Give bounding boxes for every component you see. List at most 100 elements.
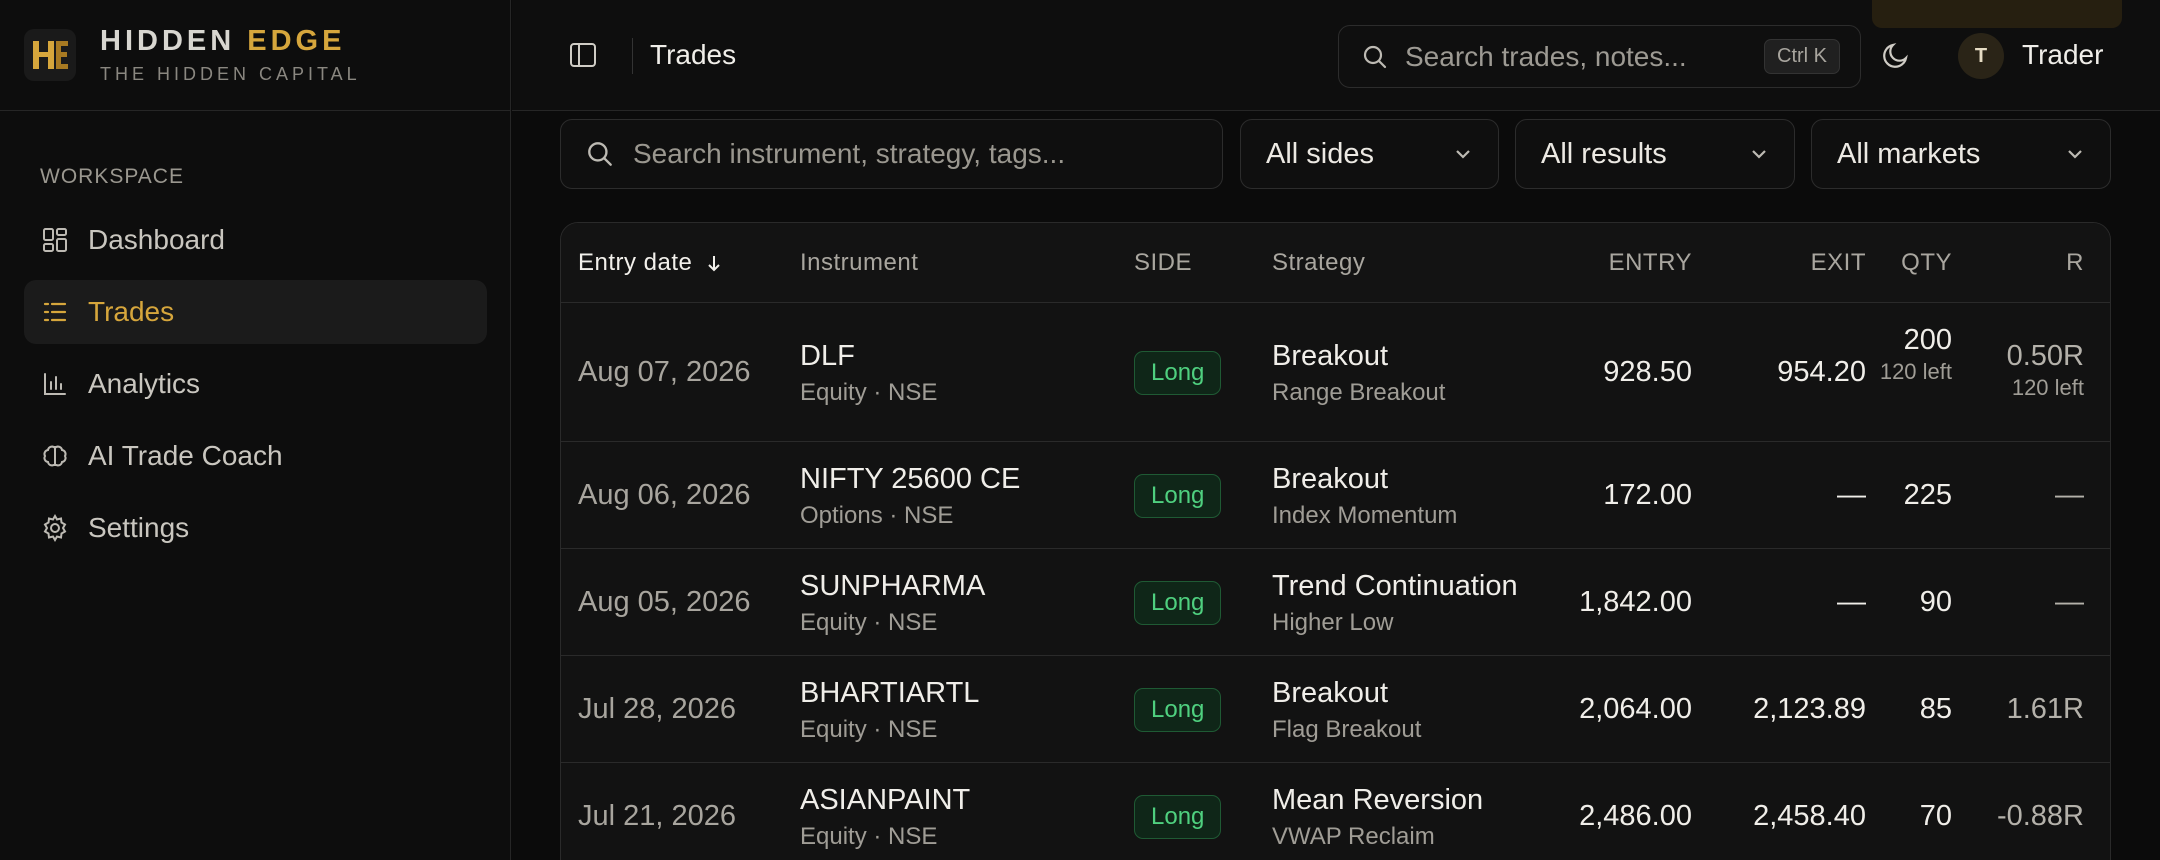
column-header-strategy[interactable]: Strategy bbox=[1272, 249, 1365, 277]
instrument: ASIANPAINT Equity · NSE bbox=[800, 784, 970, 851]
brand[interactable]: HIDDEN EDGE THE HIDDEN CAPITAL bbox=[0, 0, 510, 111]
instrument-market: Equity · NSE bbox=[800, 379, 938, 406]
chevron-down-icon bbox=[2068, 150, 2082, 159]
strategy-name: Breakout bbox=[1272, 340, 1389, 372]
setup-name: Higher Low bbox=[1272, 609, 1394, 636]
brand-tagline: THE HIDDEN CAPITAL bbox=[100, 64, 361, 84]
top-bar: Trades Search trades, notes... Ctrl K T … bbox=[512, 0, 2160, 111]
quantity-value: 200 bbox=[1903, 324, 1952, 356]
instrument: DLF Equity · NSE bbox=[800, 340, 937, 407]
setup-name: Index Momentum bbox=[1272, 502, 1458, 529]
sidebar-item-label: Trades bbox=[88, 296, 175, 327]
r-multiple: 0.50R 120 left bbox=[2007, 340, 2084, 403]
instrument: SUNPHARMA Equity · NSE bbox=[800, 570, 985, 637]
setup-name: Range Breakout bbox=[1272, 379, 1446, 406]
section-label-workspace: WORKSPACE bbox=[40, 165, 184, 188]
setup-name: VWAP Reclaim bbox=[1272, 823, 1435, 850]
sidebar-item-label: AI Trade Coach bbox=[88, 440, 283, 471]
entry-date: Jul 28, 2026 bbox=[578, 693, 737, 725]
results-dropdown[interactable]: All results bbox=[1515, 119, 1795, 189]
markets-dropdown[interactable]: All markets bbox=[1811, 119, 2111, 189]
quantity: 200 120 left bbox=[1872, 324, 1952, 387]
exit-price: 2,123.89 bbox=[1753, 693, 1866, 725]
logo-icon bbox=[24, 29, 76, 81]
sidebar-item-settings[interactable]: Settings bbox=[24, 496, 487, 560]
entry-price: 1,842.00 bbox=[1579, 586, 1692, 618]
strategy: Breakout Flag Breakout bbox=[1272, 677, 1421, 744]
instrument: NIFTY 25600 CE Options · NSE bbox=[800, 463, 1020, 530]
divider bbox=[632, 38, 633, 74]
instrument-symbol: NIFTY 25600 CE bbox=[800, 463, 1021, 495]
table-row[interactable]: Aug 05, 2026 SUNPHARMA Equity · NSE Long… bbox=[561, 550, 2110, 656]
column-header-exit[interactable]: EXIT bbox=[1811, 249, 1866, 277]
quantity-value: 225 bbox=[1903, 479, 1952, 511]
global-search-input[interactable]: Search trades, notes... Ctrl K bbox=[1338, 25, 1861, 88]
brand-name: HIDDEN EDGE bbox=[100, 25, 346, 57]
sidebar-item-dashboard[interactable]: Dashboard bbox=[24, 208, 487, 272]
instrument: BHARTIARTL Equity · NSE bbox=[800, 677, 979, 744]
entry-date: Aug 07, 2026 bbox=[578, 356, 751, 388]
exit-price: 954.20 bbox=[1777, 356, 1866, 388]
column-header-side[interactable]: SIDE bbox=[1134, 249, 1192, 277]
search-icon bbox=[1363, 45, 1387, 68]
search-placeholder: Search trades, notes... bbox=[1405, 40, 1687, 72]
table-header: Entry date Instrument SIDE Strategy ENTR… bbox=[561, 223, 2110, 303]
moon-icon bbox=[1883, 43, 1908, 68]
table-row[interactable]: Aug 06, 2026 NIFTY 25600 CE Options · NS… bbox=[561, 443, 2110, 549]
column-header-r[interactable]: R bbox=[2066, 249, 2084, 277]
entry-date: Jul 21, 2026 bbox=[578, 800, 737, 832]
sidebar-item-label: Dashboard bbox=[88, 224, 225, 255]
column-header-entry[interactable]: ENTRY bbox=[1609, 249, 1692, 277]
r-value: — bbox=[2055, 586, 2084, 618]
strategy-name: Mean Reversion bbox=[1272, 784, 1484, 816]
sidebar-item-analytics[interactable]: Analytics bbox=[24, 352, 487, 416]
avatar[interactable]: T bbox=[1958, 33, 2004, 79]
strategy-name: Breakout bbox=[1272, 463, 1389, 495]
bar-chart-icon bbox=[40, 369, 70, 399]
chevron-down-icon bbox=[1752, 150, 1766, 159]
column-header-qty[interactable]: QTY bbox=[1901, 249, 1952, 277]
dropdown-value: All sides bbox=[1266, 137, 1374, 170]
gear-icon bbox=[40, 513, 70, 543]
strategy: Trend Continuation Higher Low bbox=[1272, 570, 1518, 637]
strategy: Breakout Range Breakout bbox=[1272, 340, 1445, 407]
sidebar-item-trades[interactable]: Trades bbox=[24, 280, 487, 344]
table-row[interactable]: Aug 07, 2026 DLF Equity · NSE Long Break… bbox=[561, 304, 2110, 442]
quantity-value: 90 bbox=[1919, 586, 1952, 618]
r-value: 1.61R bbox=[2006, 693, 2084, 725]
sidebar-toggle-button[interactable] bbox=[568, 40, 600, 72]
instrument-market: Options · NSE bbox=[800, 502, 954, 529]
sidebar-item-ai-trade-coach[interactable]: AI Trade Coach bbox=[24, 424, 487, 488]
theme-toggle-button[interactable] bbox=[1880, 39, 1914, 73]
user-name[interactable]: Trader bbox=[2022, 39, 2103, 71]
side-badge: Long bbox=[1134, 688, 1222, 732]
add-trade-button-ghost bbox=[1872, 0, 2122, 28]
column-header-entry-date[interactable]: Entry date bbox=[578, 249, 724, 277]
breadcrumb: Trades bbox=[650, 39, 737, 70]
side-badge: Long bbox=[1134, 351, 1222, 395]
instrument-symbol: DLF bbox=[800, 340, 855, 372]
exit-price: — bbox=[1837, 479, 1866, 511]
trade-search-input[interactable]: Search instrument, strategy, tags... bbox=[560, 119, 1223, 189]
panel-icon bbox=[570, 43, 596, 67]
sidebar-item-label: Settings bbox=[88, 512, 190, 543]
dropdown-value: All markets bbox=[1837, 137, 1981, 170]
search-icon bbox=[588, 142, 612, 166]
entry-price: 2,064.00 bbox=[1579, 693, 1692, 725]
table-row[interactable]: Jul 21, 2026 ASIANPAINT Equity · NSE Lon… bbox=[561, 764, 2110, 860]
brain-icon bbox=[40, 441, 70, 471]
strategy-name: Trend Continuation bbox=[1272, 570, 1518, 602]
column-header-instrument[interactable]: Instrument bbox=[800, 249, 918, 277]
table-row[interactable]: Jul 28, 2026 BHARTIARTL Equity · NSE Lon… bbox=[561, 657, 2110, 763]
side-badge: Long bbox=[1134, 474, 1222, 518]
dropdown-value: All results bbox=[1541, 137, 1667, 170]
r-value: -0.88R bbox=[1996, 800, 2084, 832]
sidebar: HIDDEN EDGE THE HIDDEN CAPITAL WORKSPACE… bbox=[0, 0, 511, 860]
sides-dropdown[interactable]: All sides bbox=[1240, 119, 1499, 189]
r-remaining: 120 left bbox=[2011, 375, 2084, 400]
chevron-down-icon bbox=[1456, 150, 1470, 159]
instrument-market: Equity · NSE bbox=[800, 716, 938, 743]
quantity-value: 70 bbox=[1919, 800, 1952, 832]
arrow-down-icon bbox=[707, 256, 720, 272]
entry-date: Aug 06, 2026 bbox=[578, 479, 751, 511]
